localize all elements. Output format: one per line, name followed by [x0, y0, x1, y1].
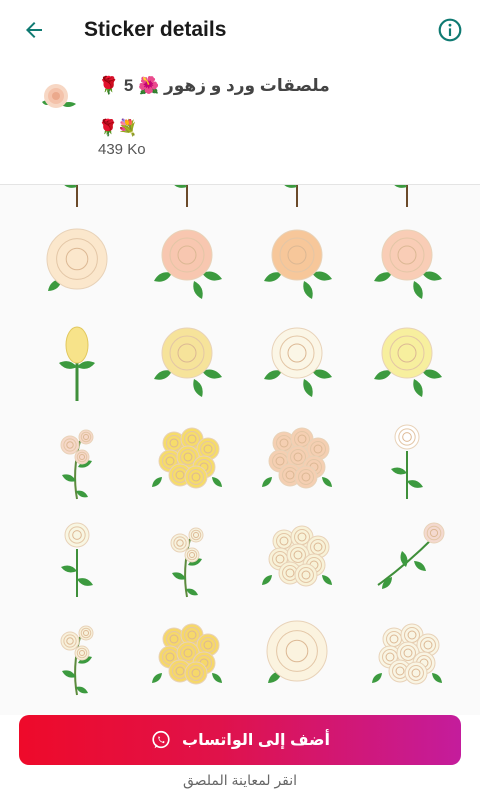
flower-image: [60, 429, 94, 500]
preview-hint: انقر لمعاينة الملصق: [182, 772, 298, 788]
sticker-thumbnail[interactable]: [22, 309, 132, 407]
sticker-thumbnail[interactable]: [132, 185, 242, 211]
pack-author: 🌹💐: [98, 120, 138, 137]
sticker-thumbnail[interactable]: [132, 407, 242, 505]
sticker-thumbnail[interactable]: [352, 211, 462, 309]
sticker-thumbnail[interactable]: [132, 211, 242, 309]
flower-image: [377, 522, 445, 589]
sticker-thumbnail[interactable]: [242, 211, 352, 309]
sticker-thumbnail[interactable]: [22, 505, 132, 603]
info-button[interactable]: [434, 14, 466, 46]
flower-image: [372, 623, 442, 685]
flower-image: [374, 327, 442, 397]
flower-image: [46, 228, 108, 291]
flower-image: [264, 327, 332, 397]
flower-image: [154, 327, 222, 397]
sticker-thumbnail[interactable]: [132, 309, 242, 407]
arrow-left-icon: [26, 22, 42, 38]
flower-image: [374, 229, 442, 299]
sticker-thumbnail[interactable]: [132, 505, 242, 603]
sticker-thumbnail[interactable]: [352, 505, 462, 603]
sticker-grid-scroll[interactable]: [0, 185, 480, 715]
sticker-thumbnail[interactable]: [242, 407, 352, 505]
pack-size: 439 Ko: [98, 141, 146, 158]
sticker-thumbnail[interactable]: [352, 185, 462, 211]
sticker-thumbnail[interactable]: [22, 185, 132, 211]
sticker-thumbnail[interactable]: [352, 407, 462, 505]
pack-name: 🌹 ملصقات ورد و زهور 🌺 5: [98, 76, 330, 95]
info-icon: [438, 18, 462, 42]
flower-image: [174, 185, 188, 207]
sticker-thumbnail[interactable]: [22, 407, 132, 505]
sticker-thumbnail[interactable]: [22, 211, 132, 309]
flower-image: [64, 185, 78, 207]
flower-image: [262, 427, 332, 489]
flower-image: [391, 424, 423, 499]
pack-tray-icon: [42, 84, 76, 108]
sticker-thumbnail[interactable]: [352, 309, 462, 407]
flower-image: [152, 427, 222, 489]
flower-image: [60, 625, 94, 696]
sticker-thumbnail[interactable]: [132, 603, 242, 701]
flower-image: [262, 525, 332, 587]
sticker-thumbnail[interactable]: [242, 603, 352, 701]
add-to-whatsapp-button[interactable]: أضف إلى الواتساب: [19, 715, 461, 765]
flower-image: [264, 229, 332, 299]
add-button-label: أضف إلى الواتساب: [182, 732, 330, 749]
flower-image: [61, 522, 93, 597]
flower-image: [284, 185, 298, 207]
sticker-thumbnail[interactable]: [242, 505, 352, 603]
flower-image: [170, 527, 204, 598]
flower-image: [154, 229, 222, 299]
sticker-thumbnail[interactable]: [352, 603, 462, 701]
whatsapp-icon: [152, 730, 170, 749]
pack-header: 🌹 ملصقات ورد و زهور 🌺 5 🌹💐 439 Ko: [0, 60, 480, 184]
flower-image: [152, 623, 222, 685]
flower-image: [266, 620, 328, 683]
sticker-thumbnail[interactable]: [22, 603, 132, 701]
sticker-thumbnail[interactable]: [242, 185, 352, 211]
top-app-bar: Sticker details: [0, 0, 480, 60]
flower-image: [59, 326, 95, 401]
page-title: Sticker details: [84, 18, 227, 41]
sticker-thumbnail[interactable]: [242, 309, 352, 407]
sticker-grid: [22, 185, 462, 701]
back-button[interactable]: [18, 14, 50, 46]
flower-image: [394, 185, 408, 207]
